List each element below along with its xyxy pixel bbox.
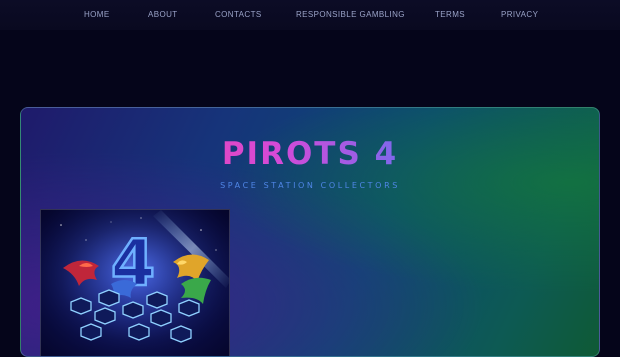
game-artwork: 4 (41, 210, 229, 356)
page-background (0, 30, 620, 108)
game-title: PIROTS 4 (21, 136, 599, 172)
top-navigation: HOME ABOUT CONTACTS RESPONSIBLE GAMBLING… (0, 0, 620, 30)
nav-link-terms[interactable]: TERMS (435, 10, 465, 19)
nav-link-home[interactable]: HOME (84, 10, 110, 19)
nav-link-about[interactable]: ABOUT (148, 10, 178, 19)
nav-link-contacts[interactable]: CONTACTS (215, 10, 262, 19)
game-thumbnail[interactable]: 4 (40, 209, 230, 356)
hero-banner: PIROTS 4 SPACE STATION COLLECTORS 4 (20, 107, 600, 357)
nav-link-responsible-gambling[interactable]: RESPONSIBLE GAMBLING (296, 10, 405, 19)
game-subtitle: SPACE STATION COLLECTORS (220, 181, 400, 190)
nav-link-privacy[interactable]: PRIVACY (501, 10, 538, 19)
